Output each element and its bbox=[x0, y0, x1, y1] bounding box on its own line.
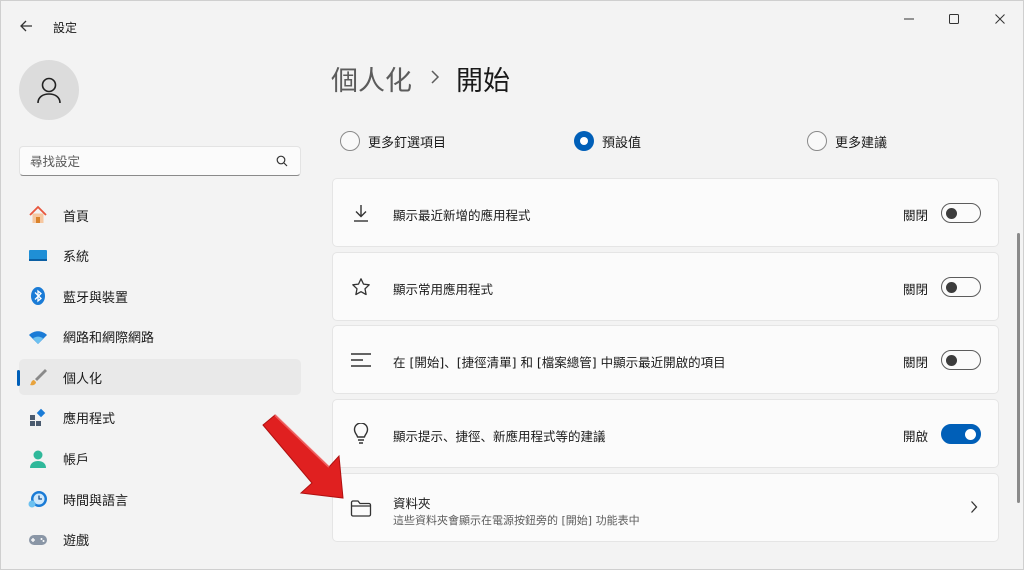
sidebar-item-home[interactable]: 首頁 bbox=[19, 197, 301, 233]
user-icon bbox=[37, 77, 61, 104]
minimize-icon bbox=[904, 18, 914, 20]
radio-button[interactable] bbox=[807, 131, 827, 151]
sidebar-item-label: 應用程式 bbox=[63, 412, 116, 428]
layout-option-more-pins[interactable]: 更多釘選項目 bbox=[340, 131, 446, 151]
toggle-knob bbox=[946, 354, 957, 366]
sidebar-item-label: 藍牙與裝置 bbox=[63, 290, 129, 306]
breadcrumb-separator-icon bbox=[430, 68, 440, 89]
search-icon[interactable] bbox=[276, 155, 288, 167]
sidebar-item-personalization[interactable]: 個人化 bbox=[17, 359, 301, 396]
bluetooth-icon bbox=[28, 286, 48, 306]
breadcrumb-parent[interactable]: 個人化 bbox=[331, 59, 412, 98]
folder-icon bbox=[350, 497, 372, 519]
setting-label: 在 [開始]、[捷徑清單] 和 [檔案總管] 中顯示最近開啟的項目 bbox=[393, 355, 726, 370]
setting-card-folders[interactable]: 資料夾 這些資料夾會顯示在電源按鈕旁的 [開始] 功能表中 bbox=[332, 473, 999, 542]
toggle-switch[interactable] bbox=[941, 203, 981, 223]
home-icon bbox=[28, 205, 48, 225]
personalization-brush-icon bbox=[28, 367, 48, 387]
setting-title: 資料夾 bbox=[393, 496, 431, 511]
gaming-controller-icon bbox=[28, 530, 48, 550]
breadcrumb: 個人化 開始 bbox=[331, 59, 510, 98]
sidebar-item-label: 遊戲 bbox=[63, 534, 90, 550]
minimize-button[interactable] bbox=[891, 7, 927, 31]
network-icon bbox=[28, 327, 48, 347]
radio-label: 預設值 bbox=[602, 135, 642, 151]
sidebar-item-label: 時間與語言 bbox=[63, 493, 129, 509]
toggle-state-text: 開啟 bbox=[902, 429, 928, 444]
setting-card-frequent-apps: 顯示常用應用程式 關閉 bbox=[332, 252, 999, 321]
star-icon bbox=[350, 276, 372, 298]
toggle-state-text: 關閉 bbox=[902, 355, 928, 370]
setting-card-recent-items: 在 [開始]、[捷徑清單] 和 [檔案總管] 中顯示最近開啟的項目 關閉 bbox=[332, 325, 999, 394]
search-input[interactable] bbox=[30, 152, 270, 170]
radio-label: 更多釘選項目 bbox=[368, 135, 447, 151]
layout-option-more-recommendations[interactable]: 更多建議 bbox=[807, 131, 887, 151]
setting-card-recent-apps: 顯示最近新增的應用程式 關閉 bbox=[332, 178, 999, 247]
toggle-switch[interactable] bbox=[941, 277, 981, 297]
sidebar-item-label: 網路和網際網路 bbox=[63, 331, 155, 347]
chevron-right-icon bbox=[971, 501, 978, 513]
toggle-knob bbox=[946, 207, 957, 219]
sidebar-item-label: 帳戶 bbox=[63, 453, 90, 469]
time-language-icon bbox=[28, 489, 48, 509]
maximize-icon bbox=[949, 14, 959, 24]
setting-label: 顯示提示、捷徑、新應用程式等的建議 bbox=[393, 429, 606, 444]
sidebar-item-label: 個人化 bbox=[63, 371, 103, 387]
setting-label: 顯示最近新增的應用程式 bbox=[393, 208, 531, 223]
app-title: 設定 bbox=[53, 21, 78, 35]
radio-label: 更多建議 bbox=[835, 135, 888, 151]
toggle-switch[interactable] bbox=[941, 424, 981, 444]
sidebar-nav: 首頁 系統 藍牙與裝置 網路和網際網路 個人化 應用程式 帳戶 時間與語言 遊戲 bbox=[17, 197, 301, 562]
toggle-knob bbox=[965, 428, 976, 440]
sidebar-item-system[interactable]: 系統 bbox=[19, 238, 301, 274]
toggle-state-text: 關閉 bbox=[902, 282, 928, 297]
back-button[interactable] bbox=[13, 13, 39, 39]
annotation-arrow-icon bbox=[262, 414, 344, 499]
apps-icon bbox=[28, 408, 48, 428]
page-title: 開始 bbox=[456, 66, 510, 97]
sidebar-item-network[interactable]: 網路和網際網路 bbox=[19, 319, 301, 355]
back-arrow-icon bbox=[20, 20, 32, 32]
radio-button[interactable] bbox=[574, 131, 594, 151]
toggle-state-text: 關閉 bbox=[902, 208, 928, 223]
radio-button[interactable] bbox=[340, 131, 360, 151]
maximize-button[interactable] bbox=[936, 7, 972, 31]
sidebar-item-label: 首頁 bbox=[63, 209, 90, 225]
title-bar: 設定 bbox=[1, 1, 1024, 41]
setting-card-recommendations: 顯示提示、捷徑、新應用程式等的建議 開啟 bbox=[332, 399, 999, 468]
search-box[interactable] bbox=[19, 146, 301, 176]
system-icon bbox=[28, 246, 48, 266]
sidebar-item-bluetooth[interactable]: 藍牙與裝置 bbox=[19, 278, 301, 314]
lightbulb-icon bbox=[350, 423, 372, 445]
download-icon bbox=[350, 202, 372, 224]
account-icon bbox=[28, 449, 48, 469]
sidebar-item-label: 系統 bbox=[63, 250, 90, 266]
list-icon bbox=[350, 349, 372, 371]
toggle-switch[interactable] bbox=[941, 350, 981, 370]
close-button[interactable] bbox=[982, 7, 1018, 31]
toggle-knob bbox=[946, 281, 957, 293]
layout-option-default[interactable]: 預設值 bbox=[574, 131, 641, 151]
setting-label: 顯示常用應用程式 bbox=[393, 282, 494, 297]
avatar[interactable] bbox=[19, 60, 79, 120]
scrollbar[interactable] bbox=[1017, 233, 1020, 503]
sidebar-item-gaming[interactable]: 遊戲 bbox=[19, 522, 301, 558]
setting-description: 這些資料夾會顯示在電源按鈕旁的 [開始] 功能表中 bbox=[393, 514, 640, 527]
close-icon bbox=[995, 14, 1005, 24]
